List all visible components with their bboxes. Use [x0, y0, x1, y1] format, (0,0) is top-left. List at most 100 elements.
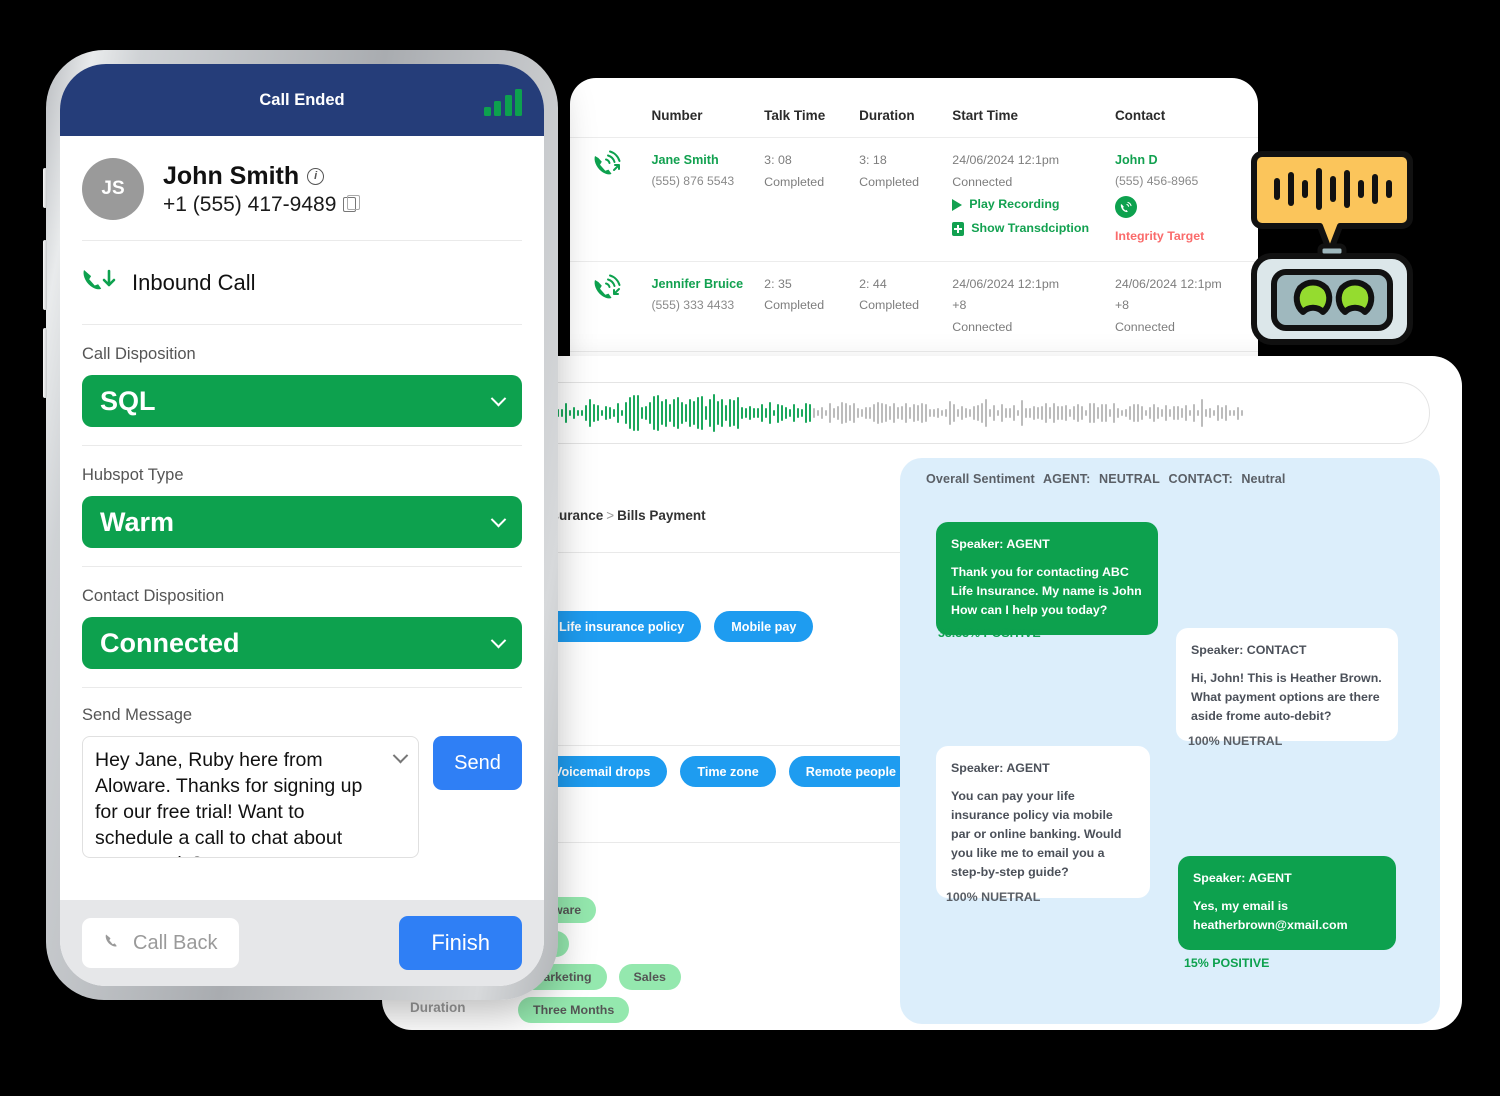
cell-talktime: 3: 08 Completed	[764, 137, 860, 262]
waveform-bar	[1177, 405, 1179, 421]
contact-disposition-select[interactable]: Connected	[82, 617, 522, 669]
waveform-bar	[1225, 405, 1227, 421]
waveform-bar	[629, 397, 631, 429]
screenshot-stage: Number Talk Time Duration Start Time Con…	[0, 0, 1500, 1096]
topic-pills: Life insurance policy Mobile pay	[542, 611, 814, 642]
waveform-bar	[677, 397, 679, 429]
outbound-call-icon	[570, 137, 652, 262]
waveform-bar	[1041, 406, 1043, 420]
waveform-bar	[801, 408, 803, 418]
waveform-bar	[861, 408, 863, 418]
copy-icon[interactable]	[343, 194, 360, 212]
waveform-bar	[985, 399, 987, 427]
waveform-bar	[1125, 408, 1127, 418]
waveform-bar	[561, 408, 563, 418]
waveform-bar	[633, 395, 635, 431]
show-transcription-link[interactable]: Show Transdciption	[952, 217, 1115, 241]
field-contact-disposition: Contact Disposition Connected	[60, 567, 544, 687]
finish-button[interactable]: Finish	[399, 916, 522, 970]
waveform-bar	[1165, 404, 1167, 422]
table-row[interactable]: Jennifer Bruice (555) 333 4433 2: 35 Com…	[570, 260, 1258, 352]
transcript-bubble-agent-1[interactable]: Speaker: AGENT Thank you for contacting …	[936, 522, 1158, 636]
info-icon[interactable]: i	[307, 167, 325, 185]
call-type-row: Inbound Call	[60, 241, 544, 324]
waveform-bar	[837, 405, 839, 421]
waveform-bar	[669, 403, 671, 423]
transcript-bubble-agent-2[interactable]: Speaker: AGENT You can pay your life ins…	[936, 746, 1150, 898]
chatbot-robot-icon	[1248, 148, 1416, 348]
bubble-score: 15% POSITIVE	[1184, 956, 1270, 970]
breadcrumb-item-bills[interactable]: Bills Payment	[617, 508, 706, 523]
waveform-bar	[1141, 405, 1143, 421]
bubble-score: 100% NUETRAL	[946, 890, 1041, 904]
field-label: Hubspot Type	[82, 466, 184, 484]
waveform-bar	[1161, 409, 1163, 417]
waveform-bar	[1021, 399, 1023, 427]
call-contact-icon[interactable]	[1114, 196, 1137, 223]
start-time-extra: +8	[952, 298, 967, 313]
waveform-bar	[613, 408, 615, 418]
waveform-bar	[961, 406, 963, 420]
call-back-button[interactable]: Call Back	[82, 918, 240, 968]
waveform-bar	[585, 405, 587, 421]
chevron-down-icon[interactable]	[392, 747, 409, 764]
bubble-speaker: Speaker: CONTACT	[1191, 643, 1307, 657]
chevron-down-icon	[490, 390, 507, 406]
waveform-bar	[1081, 405, 1083, 421]
phone-footer-actions: Call Back Finish	[60, 900, 544, 986]
waveform-bar	[977, 405, 979, 421]
pill-mobile-pay[interactable]: Mobile pay	[714, 611, 814, 642]
cell-starttime: 24/06/2024 12:1pm Connected Play Recordi…	[952, 137, 1115, 262]
duration-value: 3: 18	[859, 153, 887, 167]
contact-owner-number: (555) 456-8965	[1114, 174, 1199, 189]
waveform-bar	[1113, 403, 1115, 423]
contact-name-link[interactable]: Jennifer Bruice	[651, 274, 764, 295]
waveform-bar	[929, 409, 931, 417]
page-title: Call Ended	[259, 90, 345, 109]
inbound-call-icon	[570, 260, 652, 352]
pill-life-insurance-policy[interactable]: Life insurance policy	[542, 611, 702, 642]
cell-number: Jennifer Bruice (555) 333 4433	[651, 260, 765, 352]
field-hubspot-type: Hubspot Type Warm	[60, 446, 544, 566]
waveform-bar	[625, 401, 627, 425]
waveform-bar	[813, 407, 815, 419]
waveform-bar	[917, 404, 919, 422]
transcript-bubble-agent-3[interactable]: Speaker: AGENT Yes, my email is heatherb…	[1178, 856, 1396, 951]
tag-sales[interactable]: Sales	[618, 964, 681, 990]
start-time-status: Connected	[952, 320, 1013, 335]
waveform-bar	[1005, 407, 1007, 419]
waveform-bar	[701, 396, 703, 430]
tag-row-duration: Three Months	[518, 997, 630, 1023]
table-row[interactable]: Jane Smith (555) 876 5543 3: 08 Complete…	[570, 137, 1258, 262]
waveform-bar	[785, 406, 787, 420]
phone-silent-switch[interactable]	[43, 168, 47, 208]
waveform-bar	[885, 404, 887, 422]
contact-owner-link[interactable]: John D	[1115, 150, 1258, 171]
waveform-bar	[893, 403, 895, 423]
waveform-bar	[797, 408, 799, 418]
audio-waveform[interactable]	[500, 382, 1430, 444]
cell-number: Jane Smith (555) 876 5543	[651, 137, 765, 262]
pill-time-zone[interactable]: Time zone	[680, 756, 776, 787]
waveform-bar	[805, 402, 807, 424]
phone-volume-up-button[interactable]	[43, 240, 47, 310]
transcript-bubble-contact-1[interactable]: Speaker: CONTACT Hi, John! This is Heath…	[1176, 628, 1398, 742]
hubspot-type-select[interactable]: Warm	[82, 496, 522, 548]
contact-name-link[interactable]: Jane Smith	[651, 150, 764, 171]
agent-sentiment-label: AGENT:	[1042, 472, 1091, 486]
play-recording-link[interactable]: Play Recording	[952, 193, 1115, 217]
waveform-bar	[693, 401, 695, 425]
tag-three-months[interactable]: Three Months	[518, 997, 630, 1023]
send-button[interactable]: Send	[433, 736, 522, 790]
waveform-bar	[685, 404, 687, 422]
pill-remote-people[interactable]: Remote people	[788, 756, 913, 787]
waveform-bar	[1221, 407, 1223, 419]
waveform-bar	[965, 408, 967, 418]
message-input[interactable]: Hey Jane, Ruby here from Aloware. Thanks…	[82, 736, 419, 858]
phone-volume-down-button[interactable]	[43, 328, 47, 398]
bubble-text: You can pay your life insurance policy v…	[951, 788, 1122, 880]
call-disposition-select[interactable]: SQL	[82, 375, 522, 427]
waveform-bar	[661, 400, 663, 425]
signal-bars-icon	[483, 89, 522, 116]
waveform-bar	[789, 409, 791, 417]
